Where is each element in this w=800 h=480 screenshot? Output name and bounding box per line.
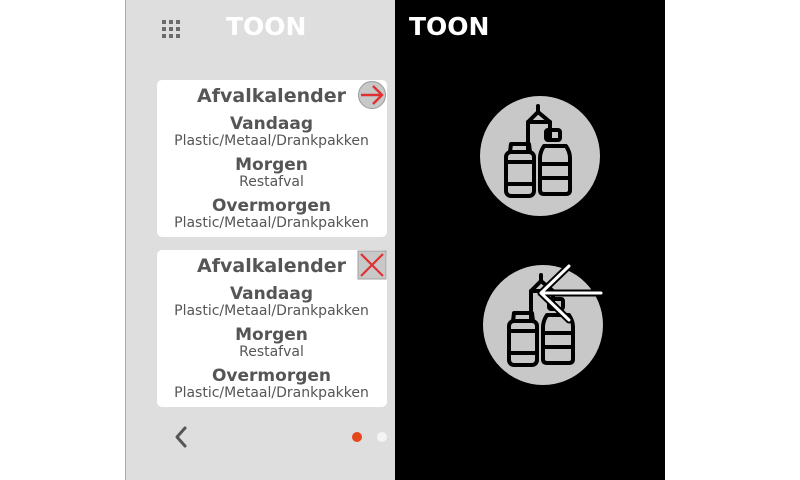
day-label: Overmorgen (211, 366, 332, 386)
waste-type: Plastic/Metaal/Drankpakken (174, 385, 369, 401)
tile-title: Afvalkalender (197, 255, 346, 277)
left-panel: TOON Afvalkalender Vandaag Plastic/Metaa… (125, 0, 395, 480)
right-panel: TOON (395, 0, 665, 480)
tile-title: Afvalkalender (197, 85, 346, 107)
day-label: Vandaag (229, 114, 314, 134)
page-indicator-dot-active[interactable] (352, 432, 362, 442)
day-label: Vandaag (229, 284, 314, 304)
arrow-right-icon[interactable] (356, 80, 387, 110)
close-icon[interactable] (357, 250, 387, 280)
day-label: Overmorgen (211, 196, 332, 216)
waste-type: Restafval (239, 344, 304, 360)
waste-type: Plastic/Metaal/Drankpakken (174, 303, 369, 319)
toon-logo: TOON (409, 12, 490, 41)
waste-calendar-tile[interactable]: Afvalkalender Vandaag Plastic/Metaal/Dra… (157, 250, 387, 407)
waste-type: Plastic/Metaal/Drankpakken (174, 215, 369, 231)
apps-grid-icon[interactable] (162, 20, 180, 38)
chevron-left-icon[interactable] (170, 422, 194, 452)
arrow-left-icon (537, 262, 605, 324)
waste-type: Restafval (239, 174, 304, 190)
plastic-bottles-icon (480, 96, 600, 216)
toon-logo: TOON (226, 12, 307, 41)
waste-type: Plastic/Metaal/Drankpakken (174, 133, 369, 149)
waste-calendar-tile[interactable]: Afvalkalender Vandaag Plastic/Metaal/Dra… (157, 80, 387, 237)
day-label: Morgen (235, 325, 308, 345)
day-label: Morgen (235, 155, 308, 175)
page-indicator-dot[interactable] (377, 432, 387, 442)
